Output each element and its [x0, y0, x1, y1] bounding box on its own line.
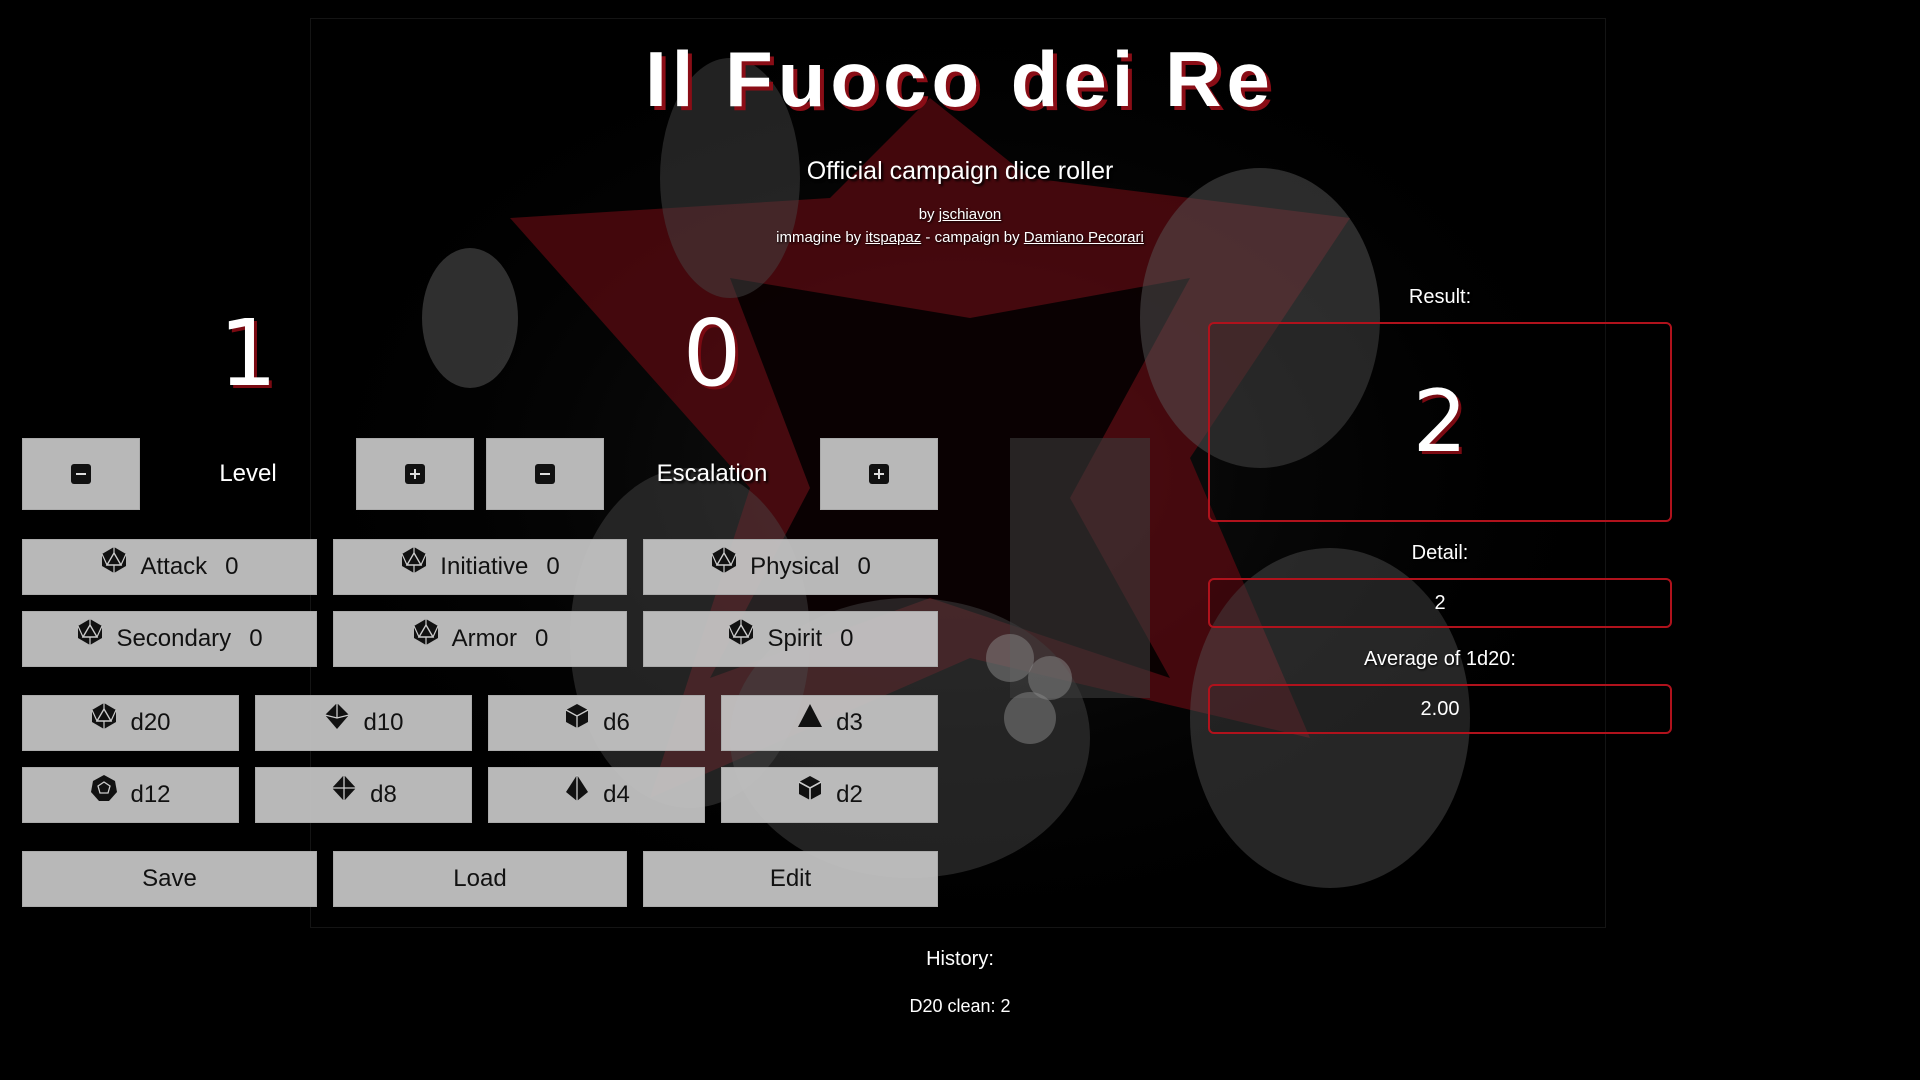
die-label: d3 [836, 709, 863, 736]
die-label: d2 [836, 781, 863, 808]
minus-icon [71, 464, 91, 484]
save-button[interactable]: Save [22, 851, 317, 907]
minus-icon [535, 464, 555, 484]
level-label: Level [219, 460, 277, 487]
author-prefix: by [918, 206, 935, 223]
level-value: 1 [218, 300, 278, 407]
image-credit: immagine by itspapaz - campaign by Damia… [0, 229, 1920, 246]
armor-roll-button[interactable]: Armor 0 [333, 611, 627, 667]
page-subtitle: Official campaign dice roller [806, 157, 1114, 185]
stat-value: 0 [546, 553, 560, 580]
secondary-roll-button[interactable]: Secondary 0 [22, 611, 317, 667]
die-label: d8 [370, 781, 397, 808]
stat-label: Secondary [116, 625, 232, 652]
initiative-roll-button[interactable]: Initiative 0 [333, 539, 627, 595]
escalation-value: 0 [682, 300, 742, 407]
roll-d20-button[interactable]: d20 [22, 695, 239, 751]
roll-d10-button[interactable]: d10 [255, 695, 472, 751]
stat-label: Initiative [440, 553, 529, 580]
image-prefix: immagine by [776, 229, 862, 246]
author-link[interactable]: jschiavon [939, 206, 1002, 223]
roll-d2-button[interactable]: d2 [721, 767, 938, 823]
stat-value: 0 [249, 625, 263, 652]
level-decrease-button[interactable] [22, 438, 140, 510]
roll-d8-button[interactable]: d8 [255, 767, 472, 823]
d3-icon [798, 704, 823, 727]
stat-value: 0 [534, 625, 549, 652]
roll-d3-button[interactable]: d3 [721, 695, 938, 751]
page-title: Il Fuoco dei Re [645, 35, 1275, 123]
d6-icon [565, 704, 589, 728]
spirit-roll-button[interactable]: Spirit 0 [643, 611, 938, 667]
d12-icon [91, 775, 118, 801]
stat-label: Armor [451, 625, 517, 652]
die-label: d6 [603, 709, 630, 736]
history-label: History: [926, 948, 994, 970]
stat-value: 0 [857, 553, 871, 580]
average-value: 2.00 [1208, 684, 1672, 734]
d8-icon [332, 775, 357, 801]
plus-icon [869, 464, 889, 484]
d20-icon [91, 703, 118, 729]
result-value: 2 [1208, 322, 1672, 522]
stat-label: Physical [750, 553, 840, 580]
escalation-increase-button[interactable] [820, 438, 938, 510]
d2-icon [798, 776, 822, 800]
stat-value: 0 [225, 553, 239, 580]
die-label: d12 [130, 781, 171, 808]
load-button[interactable]: Load [333, 851, 627, 907]
image-author-link[interactable]: itspapaz [865, 229, 921, 246]
d20-icon [101, 547, 128, 573]
physical-roll-button[interactable]: Physical 0 [643, 539, 938, 595]
d20-icon [711, 547, 737, 573]
d20-icon [401, 547, 427, 573]
d20-icon [728, 619, 755, 645]
result-label: Result: [1408, 286, 1472, 308]
campaign-author-link[interactable]: Damiano Pecorari [1024, 229, 1144, 246]
edit-button[interactable]: Edit [643, 851, 938, 907]
d10-icon [325, 703, 350, 729]
die-label: d10 [363, 709, 404, 736]
stat-label: Spirit [767, 625, 823, 652]
author-credit: by jschiavon [0, 206, 1920, 223]
plus-icon [405, 464, 425, 484]
stat-label: Attack [140, 553, 208, 580]
level-increase-button[interactable] [356, 438, 474, 510]
roll-d6-button[interactable]: d6 [488, 695, 705, 751]
die-label: d4 [603, 781, 630, 808]
roll-d12-button[interactable]: d12 [22, 767, 239, 823]
campaign-prefix: - campaign by [925, 229, 1020, 246]
escalation-decrease-button[interactable] [486, 438, 604, 510]
roll-d4-button[interactable]: d4 [488, 767, 705, 823]
detail-label: Detail: [1411, 542, 1469, 564]
die-label: d20 [130, 709, 171, 736]
escalation-label: Escalation [656, 460, 768, 487]
stat-value: 0 [840, 625, 854, 652]
d4-icon [566, 775, 589, 801]
average-label: Average of 1d20: [1364, 648, 1516, 670]
attack-roll-button[interactable]: Attack 0 [22, 539, 317, 595]
d20-icon [77, 619, 103, 645]
d20-icon [413, 619, 439, 645]
detail-value: 2 [1208, 578, 1672, 628]
history-entry: D20 clean: 2 [909, 996, 1011, 1016]
